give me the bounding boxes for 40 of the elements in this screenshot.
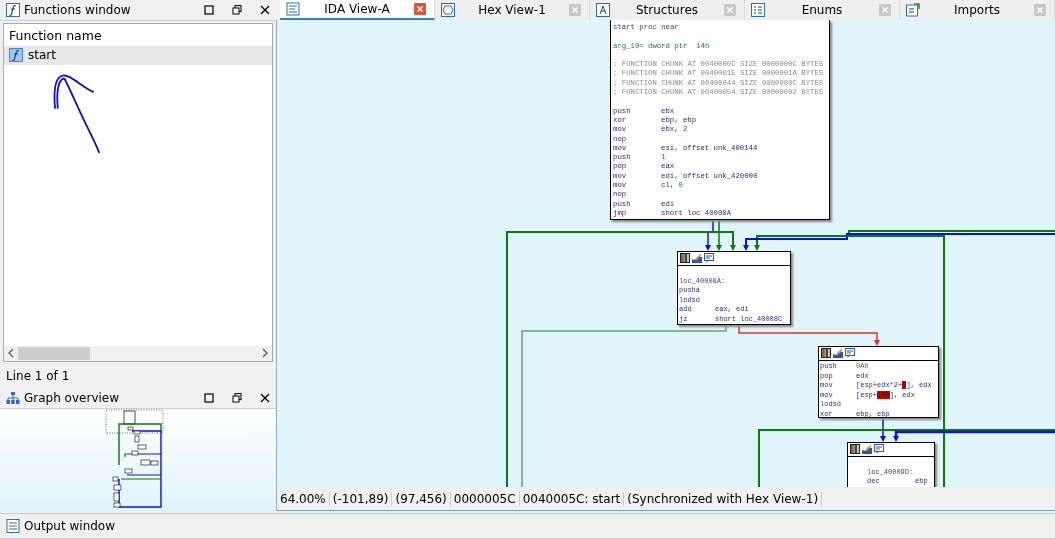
- column-header[interactable]: Function name: [4, 23, 272, 46]
- panel-title: Graph overview: [24, 390, 120, 405]
- speech-bubble-icon[interactable]: [704, 253, 714, 263]
- horizontal-scrollbar[interactable]: [4, 345, 272, 361]
- function-icon: [6, 2, 20, 17]
- function-icon: [9, 48, 23, 63]
- structure-icon: [596, 3, 610, 17]
- tab[interactable]: IDA View-A: [280, 0, 435, 20]
- pencil-chart-icon[interactable]: [692, 253, 702, 263]
- line-count: Line 1 of 1: [5, 367, 71, 385]
- code-block[interactable]: [610, 20, 830, 220]
- maximize-icon[interactable]: [204, 392, 214, 403]
- function-row[interactable]: start: [4, 45, 272, 65]
- status-field: (97,456): [392, 491, 451, 506]
- close-icon[interactable]: [260, 4, 270, 15]
- color-palette-icon[interactable]: [850, 444, 860, 454]
- restore-icon[interactable]: [232, 392, 242, 403]
- listing-icon: [286, 2, 300, 16]
- panel-title: Output window: [24, 519, 117, 534]
- pencil-chart-icon[interactable]: [862, 444, 872, 454]
- speech-bubble-icon[interactable]: [874, 444, 884, 454]
- hexagon-icon: [441, 3, 455, 17]
- maximize-icon[interactable]: [204, 4, 214, 15]
- status-field: 0000005C: [450, 491, 520, 506]
- status-field: 0040005C: start: [519, 491, 625, 506]
- speech-bubble-icon[interactable]: [845, 348, 855, 358]
- color-palette-icon[interactable]: [821, 348, 831, 358]
- status-field: (Synchronized with Hex View-1): [624, 491, 823, 506]
- close-icon[interactable]: [260, 392, 270, 403]
- status-field: (-101,89): [329, 491, 393, 506]
- hierarchy-icon: [6, 390, 20, 405]
- restore-icon[interactable]: [232, 4, 242, 15]
- pencil-chart-icon[interactable]: [833, 348, 843, 358]
- panel-title: Functions window: [24, 2, 132, 17]
- color-palette-icon[interactable]: [680, 253, 690, 263]
- list-icon: [751, 3, 765, 17]
- document-icon: [6, 519, 20, 534]
- graph-overview-drawing[interactable]: [105, 408, 165, 511]
- import-icon: [906, 3, 920, 17]
- status-field: 64.00%: [277, 491, 330, 506]
